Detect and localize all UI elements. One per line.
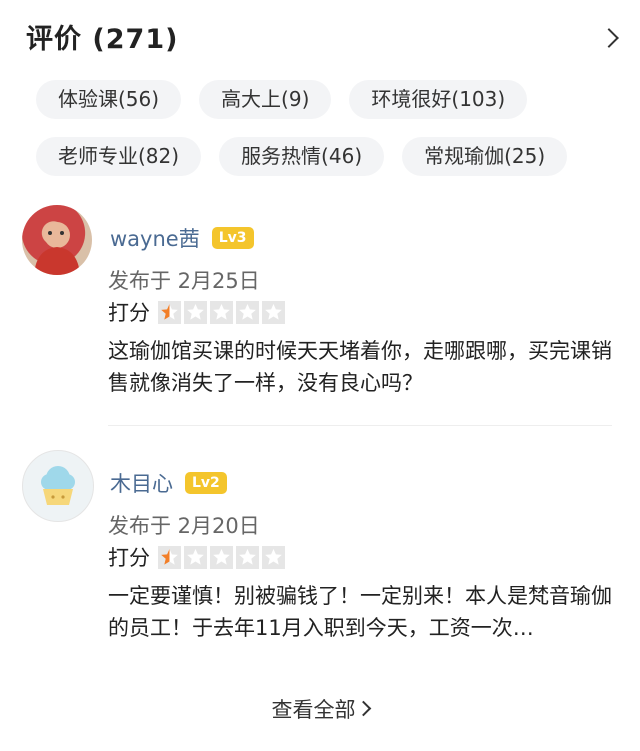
star-icon bbox=[236, 300, 259, 324]
tag-chip[interactable]: 高大上(9) bbox=[199, 80, 332, 119]
rating-label: 打分 bbox=[108, 301, 150, 325]
username[interactable]: wayne茜 bbox=[110, 223, 200, 253]
see-all-label: 查看全部 bbox=[271, 698, 356, 722]
level-badge: Lv2 bbox=[185, 472, 227, 494]
star-rating bbox=[158, 545, 285, 569]
divider bbox=[108, 425, 612, 426]
tag-chip[interactable]: 体验课(56) bbox=[36, 80, 182, 119]
level-badge: Lv3 bbox=[211, 227, 254, 249]
star-icon bbox=[184, 300, 207, 324]
review-date: 发布于 2月25日 bbox=[108, 269, 260, 293]
reviews-title: 评价 (271) bbox=[26, 24, 179, 55]
star-icon bbox=[158, 545, 181, 569]
review-rating: 打分 bbox=[108, 542, 285, 572]
star-icon bbox=[262, 545, 285, 569]
chevron-right-icon bbox=[355, 700, 371, 717]
tag-chip[interactable]: 环境很好(103) bbox=[349, 80, 528, 119]
review-date: 发布于 2月20日 bbox=[108, 514, 260, 538]
review-text[interactable]: 一定要谨慎！别被骗钱了！一定别来！本人是梵音瑜伽的员工！于去年11月入职到今天，… bbox=[108, 580, 614, 644]
review-user: 木目心 Lv2 bbox=[110, 468, 227, 498]
tag-chip[interactable]: 老师专业(82) bbox=[36, 137, 202, 176]
review-tags: 体验课(56) 高大上(9) 环境很好(103) 老师专业(82) 服务热情(4… bbox=[36, 80, 596, 194]
tag-row: 体验课(56) 高大上(9) 环境很好(103) bbox=[36, 80, 596, 119]
tag-chip[interactable]: 服务热情(46) bbox=[219, 137, 385, 176]
star-rating bbox=[158, 300, 285, 324]
star-icon bbox=[158, 300, 181, 324]
avatar[interactable] bbox=[22, 205, 92, 275]
star-icon bbox=[236, 545, 259, 569]
tag-chip[interactable]: 常规瑜伽(25) bbox=[402, 137, 568, 176]
tag-row: 老师专业(82) 服务热情(46) 常规瑜伽(25) bbox=[36, 137, 596, 176]
reviews-header[interactable]: 评价 (271) bbox=[26, 22, 620, 58]
username[interactable]: 木目心 bbox=[110, 468, 173, 498]
review-rating: 打分 bbox=[108, 297, 285, 327]
see-all-link[interactable]: 查看全部 bbox=[0, 694, 640, 724]
star-icon bbox=[262, 300, 285, 324]
star-icon bbox=[210, 300, 233, 324]
avatar[interactable] bbox=[22, 450, 94, 522]
review-user: wayne茜 Lv3 bbox=[110, 223, 254, 253]
rating-label: 打分 bbox=[108, 546, 150, 570]
review-text[interactable]: 这瑜伽馆买课的时候天天堵着你，走哪跟哪，买完课销售就像消失了一样，没有良心吗？ bbox=[108, 335, 614, 399]
star-icon bbox=[210, 545, 233, 569]
star-icon bbox=[184, 545, 207, 569]
